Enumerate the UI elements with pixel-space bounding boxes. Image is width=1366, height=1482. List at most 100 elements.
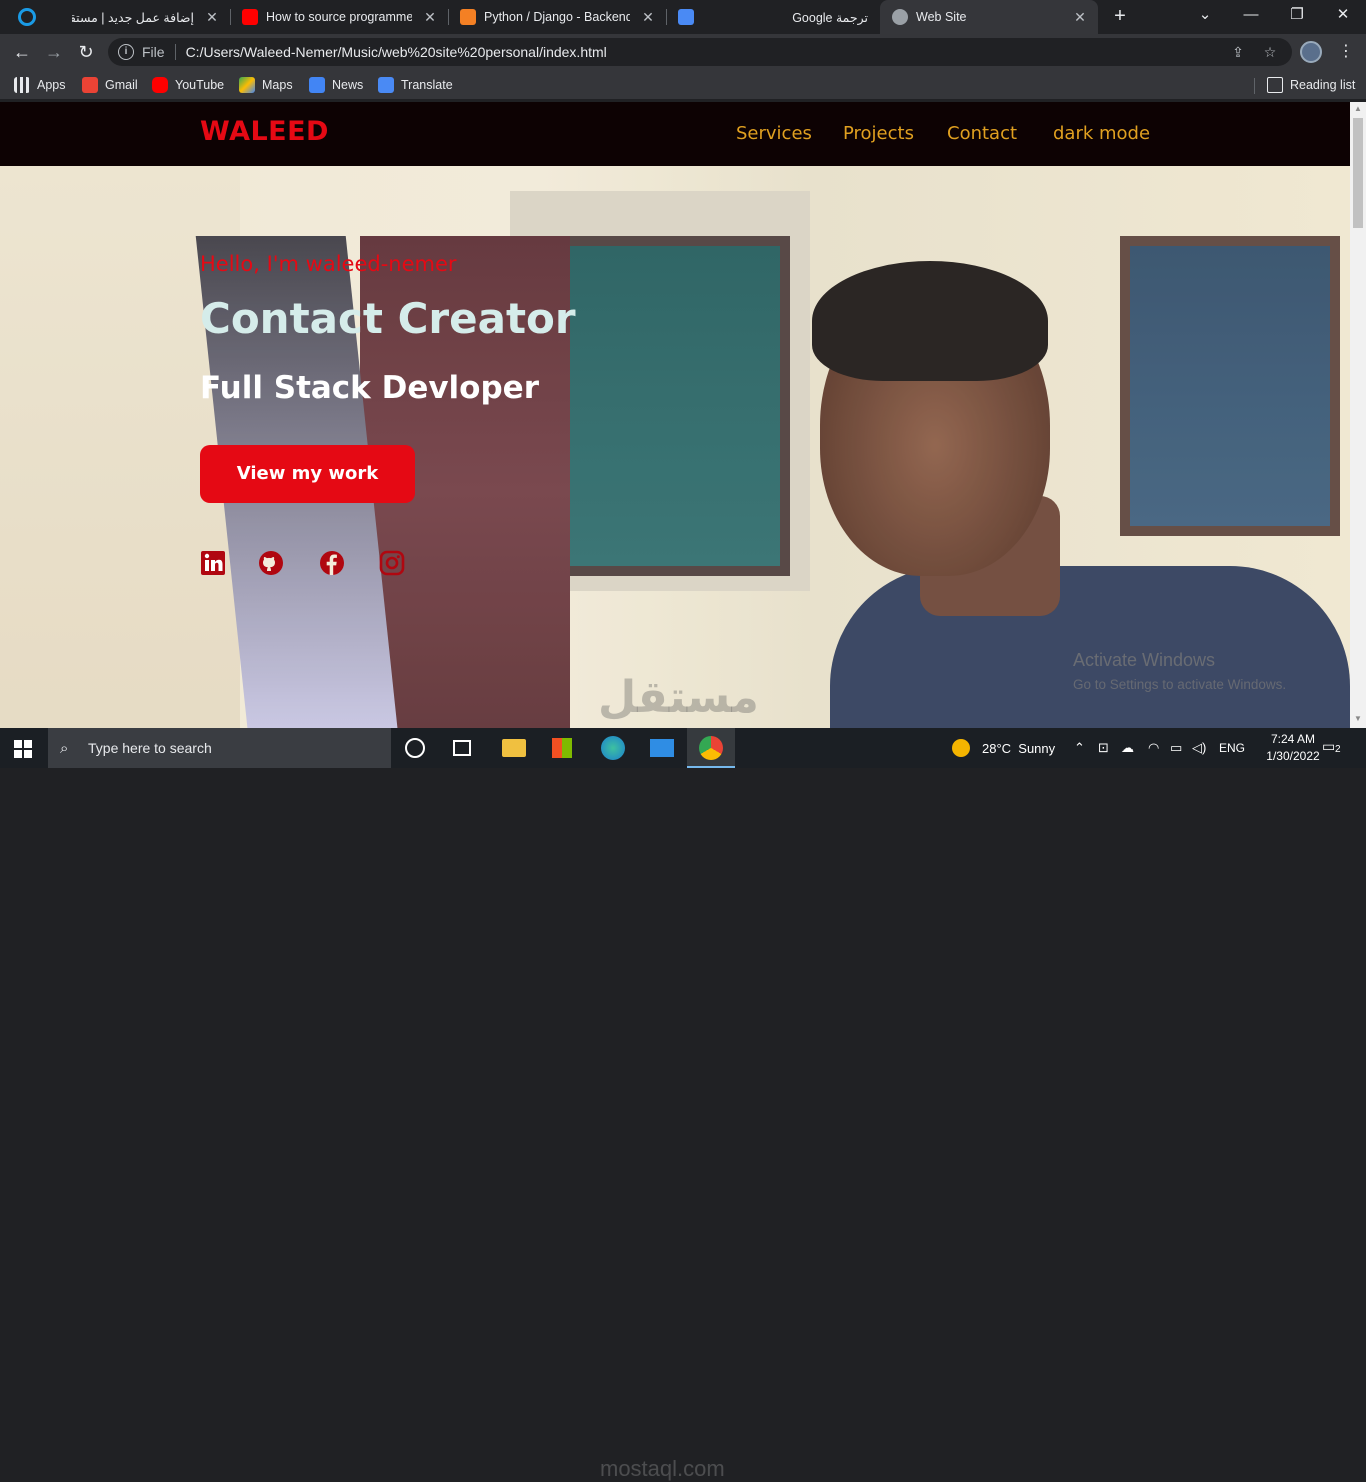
profile-avatar[interactable]	[1300, 41, 1322, 63]
bookmark-maps[interactable]: Maps	[239, 76, 293, 94]
bookmark-apps[interactable]: Apps	[14, 76, 66, 94]
share-icon[interactable]: ⇪	[1228, 42, 1248, 62]
language-indicator[interactable]: ENG	[1219, 728, 1245, 768]
file-explorer-icon[interactable]	[502, 739, 526, 757]
browser-toolbar: ← → ↻ i File C:/Users/Waleed-Nemer/Music…	[0, 34, 1366, 70]
reading-list-icon	[1267, 77, 1283, 93]
reading-list[interactable]: Reading list	[1267, 76, 1355, 94]
bookmarks-bar: Apps Gmail YouTube Maps News Translate R…	[0, 70, 1366, 100]
close-icon[interactable]: ✕	[640, 9, 656, 26]
tab-website[interactable]: Web Site ✕	[880, 0, 1098, 34]
store-icon[interactable]	[552, 738, 572, 758]
activate-windows-subtitle: Go to Settings to activate Windows.	[1073, 677, 1287, 692]
nav-projects[interactable]: Projects	[843, 123, 914, 144]
clock-date: 1/30/2022	[1266, 749, 1320, 763]
menu-icon[interactable]: ⋮	[1336, 40, 1356, 64]
meet-now-icon[interactable]: ⊡	[1098, 728, 1109, 768]
minimize-button[interactable]: —	[1228, 0, 1274, 34]
sun-icon	[952, 739, 970, 757]
site-navbar: WALEED Services Projects Contact dark mo…	[0, 102, 1350, 166]
youtube-icon	[152, 77, 168, 93]
mail-icon[interactable]	[650, 739, 674, 757]
bookmark-translate[interactable]: Translate	[378, 76, 453, 94]
tab-search-dropdown-icon[interactable]: ⌄	[1182, 0, 1228, 34]
weather-widget[interactable]: 28°C Sunny	[952, 728, 1055, 768]
translate-icon	[678, 9, 694, 25]
bookmark-youtube[interactable]: YouTube	[152, 76, 224, 94]
chat-bubble-icon: ▭	[1322, 738, 1336, 754]
clock-time: 7:24 AM	[1270, 732, 1316, 746]
globe-icon	[892, 9, 908, 25]
tab-django[interactable]: Python / Django - Backend D ✕	[448, 0, 666, 34]
instagram-icon[interactable]	[379, 550, 405, 576]
chevron-up-icon[interactable]: ⌃	[1074, 728, 1085, 768]
taskbar-clock[interactable]: 7:24 AM 1/30/2022	[1262, 731, 1324, 765]
bookmark-gmail[interactable]: Gmail	[82, 76, 138, 94]
divider	[174, 44, 176, 60]
windows-taskbar: ⌕ Type here to search mostaql.com 28°C S…	[0, 728, 1366, 1481]
page-scrollbar[interactable]: ▲ ▼	[1350, 102, 1366, 728]
github-icon[interactable]	[258, 550, 284, 576]
linkedin-icon[interactable]	[200, 550, 226, 576]
watermark-logo: مستقل	[598, 673, 759, 722]
page-viewport: WALEED Services Projects Contact dark mo…	[0, 102, 1350, 728]
stackoverflow-icon	[460, 9, 476, 25]
maximize-button[interactable]: ❐	[1274, 0, 1320, 34]
back-button[interactable]: ←	[8, 38, 36, 66]
scroll-up-arrow[interactable]: ▲	[1350, 102, 1366, 116]
hero-title: Contact Creator	[200, 294, 576, 343]
tab-google-translate[interactable]: Google ترجمة	[666, 0, 880, 34]
wifi-icon[interactable]: ◠	[1148, 728, 1159, 768]
task-view-icon[interactable]	[453, 740, 471, 756]
activate-windows-title: Activate Windows	[1073, 650, 1216, 670]
battery-icon[interactable]: ▭	[1170, 728, 1182, 768]
hero-section: Hello, I'm waleed-nemer Contact Creator …	[0, 166, 1350, 728]
news-icon	[309, 77, 325, 93]
close-icon[interactable]: ✕	[204, 9, 220, 26]
hero-greeting: Hello, I'm waleed-nemer	[200, 252, 457, 276]
windows-start-icon[interactable]	[14, 740, 32, 758]
watermark-url: mostaql.com	[600, 1456, 725, 1481]
site-logo[interactable]: WALEED	[200, 116, 329, 147]
edge-icon[interactable]	[601, 736, 625, 760]
volume-icon[interactable]: ◁)	[1192, 728, 1206, 768]
address-bar[interactable]: i File C:/Users/Waleed-Nemer/Music/web%2…	[108, 38, 1292, 66]
info-icon[interactable]: i	[118, 44, 134, 60]
notification-center-icon[interactable]: 2 ▭	[1322, 738, 1344, 758]
forward-button[interactable]: →	[40, 38, 68, 66]
search-icon: ⌕	[60, 739, 69, 757]
onedrive-icon[interactable]: ☁	[1121, 728, 1134, 768]
translate-icon	[378, 77, 394, 93]
nav-dark-mode[interactable]: dark mode	[1053, 123, 1150, 144]
hero-subtitle: Full Stack Devloper	[200, 370, 539, 406]
address-url[interactable]: C:/Users/Waleed-Nemer/Music/web%20site%2…	[186, 44, 1228, 60]
close-window-button[interactable]: ✕	[1320, 0, 1366, 34]
nav-services[interactable]: Services	[736, 123, 812, 144]
bookmark-news[interactable]: News	[309, 76, 363, 94]
cortana-icon[interactable]	[405, 738, 425, 758]
taskbar-search-placeholder: Type here to search	[88, 740, 212, 756]
view-my-work-button[interactable]: View my work	[200, 445, 415, 503]
taskbar-search[interactable]: ⌕ Type here to search	[48, 728, 391, 768]
tab-search-icon[interactable]	[18, 8, 36, 26]
maps-icon	[239, 77, 255, 93]
scrollbar-thumb[interactable]	[1353, 118, 1363, 228]
divider	[1254, 78, 1255, 94]
tab-strip: إضافة عمل جديد | مستقل ✕ How to source p…	[0, 0, 1366, 34]
address-scheme: File	[142, 44, 165, 60]
tab-mostaql[interactable]: إضافة عمل جديد | مستقل ✕	[60, 0, 230, 34]
gmail-icon	[82, 77, 98, 93]
chrome-icon	[699, 736, 723, 760]
close-icon[interactable]: ✕	[1072, 9, 1088, 26]
new-tab-button[interactable]: +	[1108, 5, 1132, 29]
reload-button[interactable]: ↻	[72, 38, 100, 66]
notification-count: 2	[1335, 744, 1341, 755]
close-icon[interactable]: ✕	[422, 9, 438, 26]
scroll-down-arrow[interactable]: ▼	[1350, 712, 1366, 726]
tab-youtube[interactable]: How to source programmers ✕	[230, 0, 448, 34]
facebook-icon[interactable]	[319, 550, 345, 576]
bookmark-star-icon[interactable]: ☆	[1260, 42, 1280, 62]
nav-contact[interactable]: Contact	[947, 123, 1017, 144]
apps-grid-icon	[14, 77, 30, 93]
youtube-icon	[242, 9, 258, 25]
